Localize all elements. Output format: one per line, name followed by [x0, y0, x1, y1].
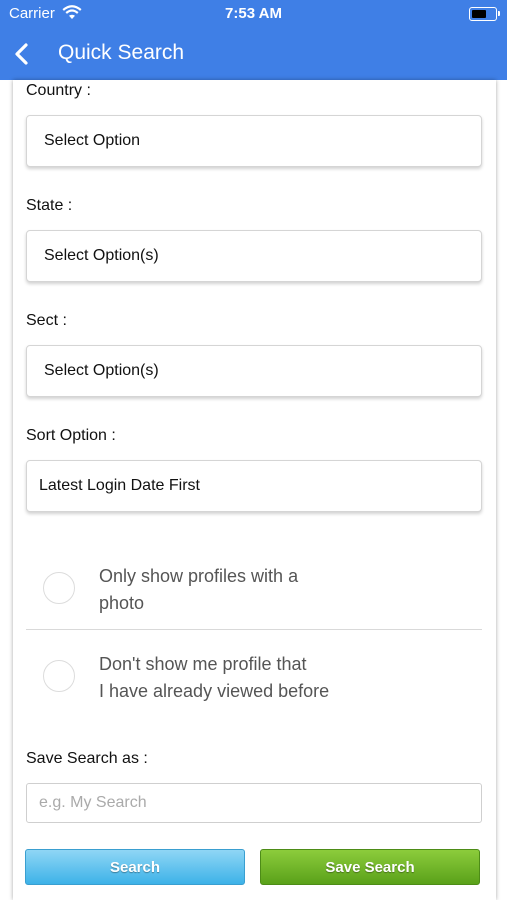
- save-search-button[interactable]: Save Search: [260, 849, 480, 885]
- country-select-value: Select Option: [44, 132, 141, 149]
- hide-viewed-radio[interactable]: [43, 660, 75, 692]
- sect-label: Sect :: [26, 312, 67, 329]
- save-search-label: Save Search as :: [26, 750, 148, 767]
- photo-only-text: Only show profiles with a photo: [99, 563, 298, 617]
- battery-icon: [469, 7, 500, 21]
- photo-only-option[interactable]: Only show profiles with a photo: [26, 537, 482, 627]
- hide-viewed-text: Don't show me profile that I have alread…: [99, 651, 329, 705]
- country-label: Country :: [26, 82, 91, 99]
- app-header: Carrier 7:53 AM Quick Search: [0, 0, 507, 80]
- sort-option-label: Sort Option :: [26, 427, 116, 444]
- photo-only-line1: Only show profiles with a: [99, 566, 299, 586]
- state-select-value: Select Option(s): [44, 247, 159, 264]
- sect-select[interactable]: Select Option(s): [26, 345, 482, 397]
- photo-only-radio[interactable]: [43, 572, 75, 604]
- sect-select-value: Select Option(s): [44, 362, 159, 379]
- photo-only-line2: photo: [99, 593, 145, 613]
- save-search-input[interactable]: [26, 783, 482, 823]
- sort-option-value: Latest Login Date First: [39, 477, 200, 494]
- state-select[interactable]: Select Option(s): [26, 230, 482, 282]
- hide-viewed-line1: Don't show me profile that: [99, 654, 307, 674]
- sort-option-select[interactable]: Latest Login Date First: [26, 460, 482, 512]
- status-bar: Carrier 7:53 AM: [0, 0, 507, 28]
- search-form: Country : Select Option State : Select O…: [13, 80, 496, 900]
- hide-viewed-line2: I have already viewed before: [99, 681, 330, 701]
- clock: 7:53 AM: [225, 5, 282, 22]
- hide-viewed-option[interactable]: Don't show me profile that I have alread…: [26, 630, 482, 720]
- search-button[interactable]: Search: [25, 849, 245, 885]
- country-select[interactable]: Select Option: [26, 115, 482, 167]
- nav-bar: Quick Search: [0, 28, 507, 80]
- back-button[interactable]: [6, 36, 42, 72]
- state-label: State :: [26, 197, 73, 214]
- page-title: Quick Search: [58, 41, 185, 64]
- chevron-left-icon: [15, 43, 28, 65]
